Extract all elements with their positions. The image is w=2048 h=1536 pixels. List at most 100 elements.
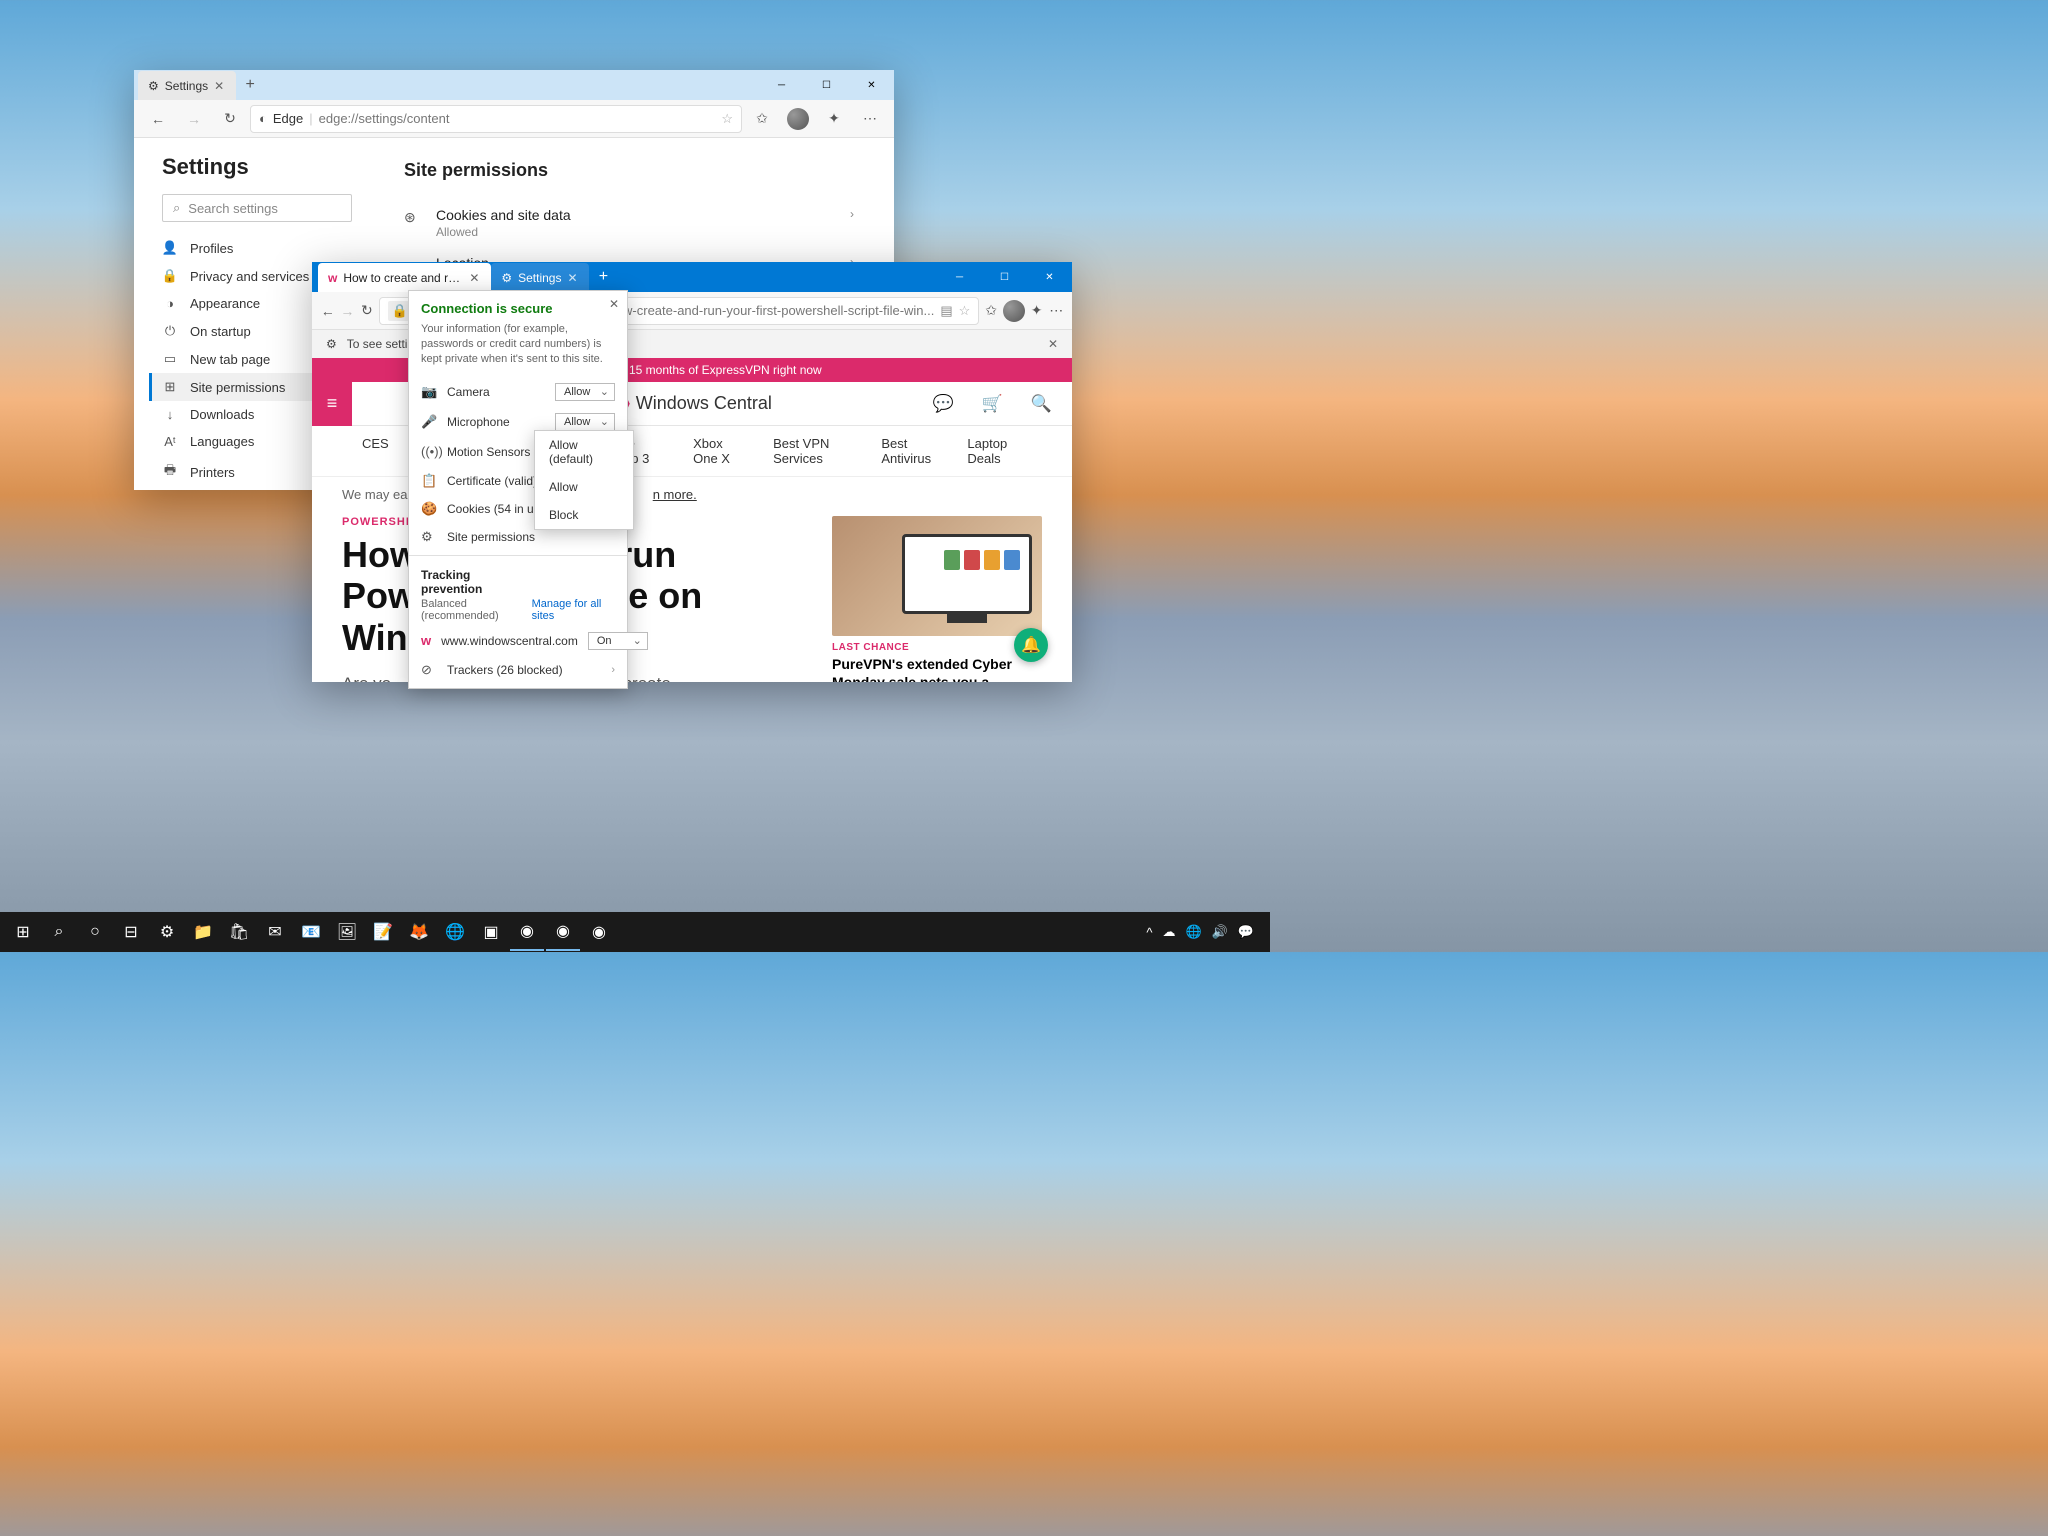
addr-prefix: Edge: [273, 111, 303, 126]
word-app[interactable]: 📝: [366, 913, 400, 951]
nav-link[interactable]: CES: [362, 436, 389, 466]
nav-link[interactable]: Best VPN Services: [773, 436, 851, 466]
dropdown-allow-default[interactable]: Allow (default): [535, 431, 633, 473]
tab-label: Settings: [165, 79, 208, 93]
popup-description: Your information (for example, passwords…: [421, 322, 615, 367]
edge-beta-app[interactable]: ◉: [546, 913, 580, 951]
search-icon[interactable]: 🔍: [1031, 394, 1052, 414]
extensions-button[interactable]: ✦: [818, 103, 850, 135]
mail-app[interactable]: ✉: [258, 913, 292, 951]
forward-button[interactable]: →: [178, 103, 210, 135]
outlook-app[interactable]: 📧: [294, 913, 328, 951]
notification-bell-button[interactable]: 🔔: [1014, 628, 1048, 662]
new-tab-button[interactable]: +: [236, 76, 264, 94]
learn-more-link[interactable]: n more.: [653, 487, 697, 502]
firefox-app[interactable]: 🦊: [402, 913, 436, 951]
tab-close-icon[interactable]: ✕: [469, 271, 481, 285]
site-brand[interactable]: ⧫⧫ Windows Central: [612, 393, 772, 414]
tab-close-icon[interactable]: ✕: [214, 79, 226, 93]
photos-app[interactable]: 🖼: [330, 913, 364, 951]
star-icon[interactable]: ☆: [959, 303, 971, 319]
refresh-button[interactable]: ↻: [214, 103, 246, 135]
paint-icon: ◑: [162, 296, 178, 311]
terminal-app[interactable]: ▣: [474, 913, 508, 951]
popup-site-row: w www.windowscentral.com On: [409, 626, 627, 656]
favorites-button[interactable]: ✩: [746, 103, 778, 135]
manage-all-sites-link[interactable]: Manage for all sites: [532, 598, 615, 622]
task-view-button[interactable]: ⊟: [114, 913, 148, 951]
address-bar[interactable]: ◐ Edge | edge://settings/content ☆: [250, 105, 742, 133]
action-center-icon[interactable]: 💬: [1238, 924, 1254, 940]
tab-article[interactable]: w How to create and run PowerShe... ✕: [318, 263, 491, 293]
tracking-subtitle: Balanced (recommended): [421, 598, 532, 622]
forward-button[interactable]: →: [340, 295, 356, 327]
chrome-app[interactable]: 🌐: [438, 913, 472, 951]
cortana-button[interactable]: ○: [78, 913, 112, 951]
back-button[interactable]: ←: [320, 295, 336, 327]
network-icon[interactable]: 🌐: [1185, 924, 1201, 940]
window-controls: ─ ☐ ✕: [759, 70, 894, 100]
dropdown-block[interactable]: Block: [535, 501, 633, 529]
maximize-button[interactable]: ☐: [804, 70, 849, 100]
person-icon: 👤: [162, 240, 178, 256]
close-button[interactable]: ✕: [1027, 262, 1072, 292]
language-icon: Aᵗ: [162, 434, 178, 449]
camera-select[interactable]: Allow: [555, 383, 615, 401]
menu-button[interactable]: ⋯: [854, 103, 886, 135]
gear-icon: ⚙: [326, 337, 337, 351]
refresh-button[interactable]: ↻: [359, 295, 375, 327]
minimize-button[interactable]: ─: [759, 70, 804, 100]
chevron-right-icon: ›: [850, 207, 854, 221]
tab-settings-2[interactable]: ⚙ Settings ✕: [491, 263, 589, 293]
nav-profiles[interactable]: 👤Profiles: [162, 234, 364, 262]
star-icon[interactable]: ☆: [721, 111, 733, 127]
new-tab-button[interactable]: +: [589, 268, 617, 286]
back-button[interactable]: ←: [142, 103, 174, 135]
profile-avatar[interactable]: [782, 103, 814, 135]
onedrive-icon[interactable]: ☁: [1162, 924, 1175, 940]
edge-app[interactable]: ◉: [510, 913, 544, 951]
search-button[interactable]: ⌕: [42, 913, 76, 951]
tab-icon: ▭: [162, 351, 178, 367]
cookie-icon: 🍪: [421, 501, 437, 517]
reader-icon[interactable]: ▤: [940, 303, 952, 319]
search-input[interactable]: ⌕ Search settings: [162, 194, 352, 222]
hamburger-menu[interactable]: ≡: [312, 382, 352, 426]
nav-link[interactable]: Xbox One X: [693, 436, 743, 466]
nav-link[interactable]: Laptop Deals: [967, 436, 1022, 466]
popup-close-icon[interactable]: ✕: [609, 297, 619, 311]
dropdown-allow[interactable]: Allow: [535, 473, 633, 501]
minimize-button[interactable]: ─: [937, 262, 982, 292]
cart-icon[interactable]: 🛒: [982, 394, 1003, 414]
perm-cookies[interactable]: ⊛ Cookies and site dataAllowed ›: [404, 199, 854, 247]
close-button[interactable]: ✕: [849, 70, 894, 100]
store-app[interactable]: 🛍: [222, 913, 256, 951]
tracking-toggle[interactable]: On: [588, 632, 648, 650]
info-close-icon[interactable]: ✕: [1048, 337, 1058, 351]
tab-settings[interactable]: ⚙ Settings ✕: [138, 71, 236, 101]
volume-icon[interactable]: 🔊: [1212, 924, 1228, 940]
chat-icon[interactable]: 💬: [932, 394, 953, 414]
maximize-button[interactable]: ☐: [982, 262, 1027, 292]
favorites-button[interactable]: ✩: [983, 295, 999, 327]
tab-close-icon[interactable]: ✕: [567, 271, 579, 285]
microphone-select[interactable]: Allow: [555, 413, 615, 431]
extensions-button[interactable]: ✦: [1029, 295, 1045, 327]
start-button[interactable]: ⊞: [6, 913, 40, 951]
menu-button[interactable]: ⋯: [1048, 295, 1064, 327]
download-icon: ↓: [162, 407, 178, 422]
file-explorer[interactable]: 📁: [186, 913, 220, 951]
settings-app[interactable]: ⚙: [150, 913, 184, 951]
sidebar-headline[interactable]: PureVPN's extended Cyber Monday sale net…: [832, 655, 1042, 682]
profile-avatar[interactable]: [1003, 295, 1025, 327]
microphone-icon: 🎤: [421, 414, 437, 430]
sidebar-image[interactable]: [832, 516, 1042, 636]
chevron-right-icon: ›: [611, 664, 615, 676]
tray-chevron-icon[interactable]: ^: [1146, 925, 1152, 940]
search-placeholder: Search settings: [188, 201, 278, 216]
nav-link[interactable]: Best Antivirus: [881, 436, 937, 466]
trackers-icon: ⊘: [421, 662, 437, 678]
tab-label: How to create and run PowerShe...: [343, 271, 463, 285]
popup-trackers-row[interactable]: ⊘ Trackers (26 blocked) ›: [409, 656, 627, 688]
edge-canary-app[interactable]: ◉: [582, 913, 616, 951]
